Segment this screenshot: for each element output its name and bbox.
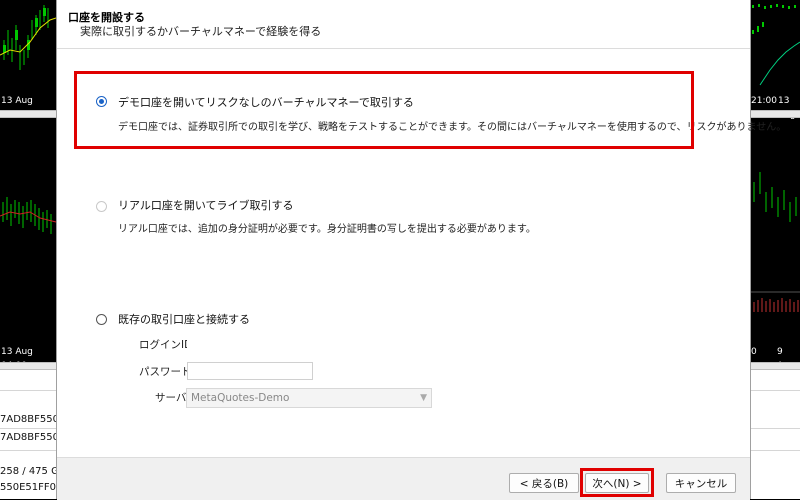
server-select-value: MetaQuotes-Demo	[191, 392, 290, 404]
date-strip-middle-left: 13 Aug 04:00	[0, 345, 56, 371]
dialog-header: 口座を開設する 実際に取引するかバーチャルマネーで経験を得る	[57, 0, 750, 49]
real-account-label[interactable]: リアル口座を開いてライブ取引する	[118, 197, 294, 213]
chart-middle-left-candles	[0, 197, 56, 234]
chart-middle-right-candles	[750, 172, 800, 312]
next-button-highlight	[580, 468, 654, 497]
date-strip-middle-right: 0 9 Aug 20:00	[750, 345, 800, 385]
date-strip-top-left: 13 Aug 04:00	[0, 94, 56, 120]
dialog-subtitle: 実際に取引するかバーチャルマネーで経験を得る	[80, 25, 322, 38]
chart-top-right-candles	[752, 4, 800, 86]
cancel-button[interactable]: キャンセル	[666, 473, 736, 493]
real-account-radio[interactable]	[96, 201, 107, 212]
server-label: サーバ:	[155, 392, 190, 404]
login-field[interactable]	[187, 335, 313, 353]
date-label: 0	[751, 347, 757, 357]
existing-account-radio[interactable]	[96, 314, 107, 325]
chart-top-left[interactable]	[0, 0, 56, 94]
demo-option-highlight	[74, 71, 694, 149]
password-field[interactable]	[187, 362, 313, 380]
real-account-description: リアル口座では、追加の身分証明が必要です。身分証明書の写しを提出する必要がありま…	[118, 224, 536, 235]
date-strip-top-right: 21:00 13 Aug	[750, 94, 800, 120]
chart-middle-left[interactable]	[0, 142, 56, 345]
date-label: 21:00	[751, 96, 777, 106]
chevron-down-icon: ▼	[420, 393, 427, 403]
chart-top-right[interactable]	[750, 0, 800, 94]
back-button[interactable]: < 戻る(B)	[509, 473, 579, 493]
chart-top-left-candles	[0, 5, 56, 70]
existing-account-label[interactable]: 既存の取引口座と接続する	[118, 311, 250, 327]
server-select[interactable]: MetaQuotes-Demo ▼	[186, 388, 432, 408]
chart-middle-right[interactable]	[750, 142, 800, 345]
